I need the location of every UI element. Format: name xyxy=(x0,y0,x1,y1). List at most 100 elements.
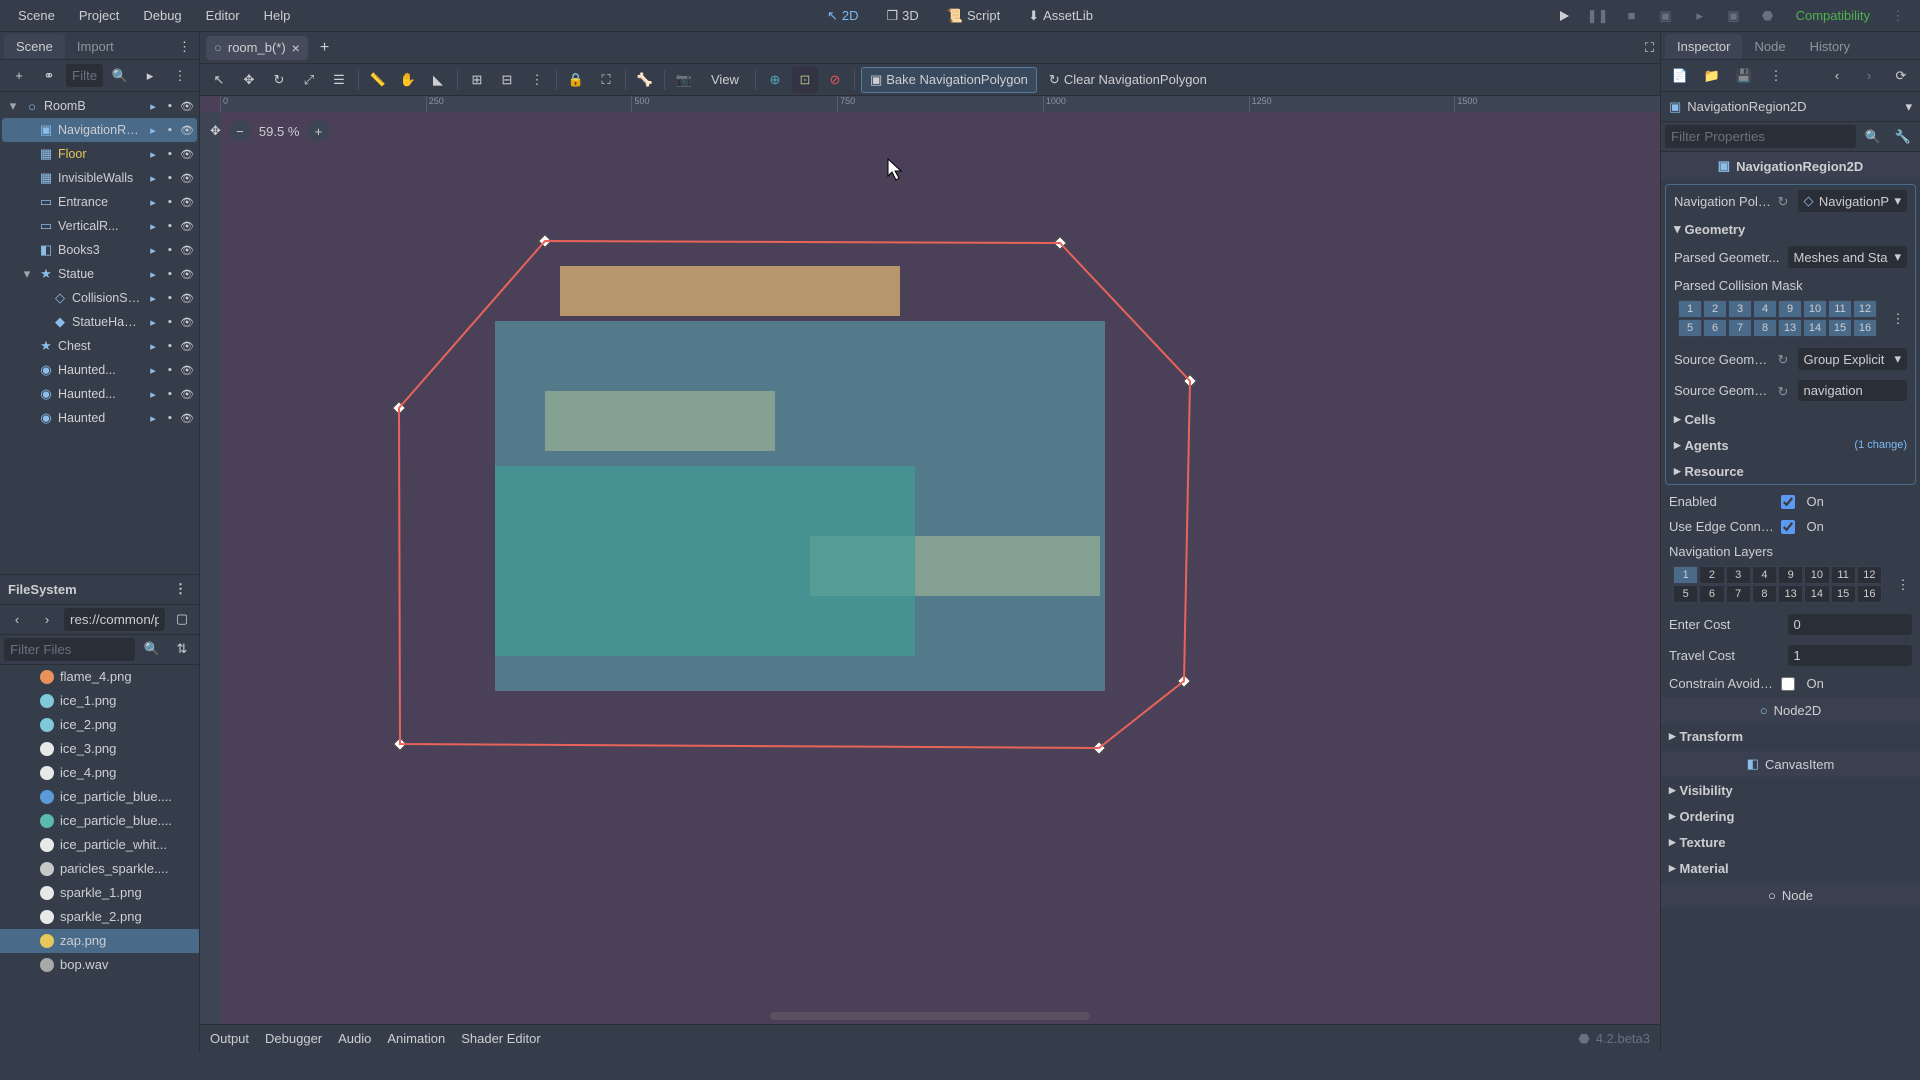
layer-cell[interactable]: 16 xyxy=(1853,319,1877,337)
bottom-tab-shader[interactable]: Shader Editor xyxy=(461,1031,541,1046)
expand-icon[interactable]: ▾ xyxy=(6,98,20,114)
scene-instance-icon[interactable]: ▸ xyxy=(145,410,161,426)
scene-tree-item[interactable]: ▾ ★ Statue ▸ ▪ 👁 xyxy=(2,262,197,286)
reset-icon[interactable]: ↻ xyxy=(1778,194,1792,208)
snap-grid-tool[interactable]: ⊟ xyxy=(494,67,520,93)
use-edge-checkbox[interactable] xyxy=(1781,520,1795,534)
menu-scene[interactable]: Scene xyxy=(8,4,65,27)
mode-3d-button[interactable]: ❒3D xyxy=(877,4,929,28)
scene-tree-item[interactable]: ◉ Haunted... ▸ ▪ 👁 xyxy=(2,358,197,382)
renderer-selector[interactable]: Compatibility xyxy=(1788,4,1878,27)
tab-import[interactable]: Import xyxy=(65,34,126,59)
layer-cell[interactable]: 7 xyxy=(1728,319,1752,337)
scene-tree-item[interactable]: ▦ Floor ▸ ▪ 👁 xyxy=(2,142,197,166)
layer-cell[interactable]: 3 xyxy=(1726,566,1751,584)
bone-tool[interactable]: 🦴 xyxy=(632,67,658,93)
fs-toggle-icon[interactable]: ▢ xyxy=(169,606,195,632)
filesystem-item[interactable]: ice_particle_blue.... xyxy=(0,809,199,833)
layer-cell[interactable]: 9 xyxy=(1778,300,1802,318)
dock-options-icon[interactable]: ⋮ xyxy=(174,35,195,59)
zoom-level[interactable]: 59.5 % xyxy=(259,124,299,139)
viewport-h-scrollbar[interactable] xyxy=(770,1012,1090,1020)
class-header-node2d[interactable]: ○Node2D xyxy=(1661,698,1920,723)
nav-tool-2[interactable]: ⊡ xyxy=(792,67,818,93)
class-header-node[interactable]: ○Node xyxy=(1661,883,1920,908)
ins-search-icon[interactable]: 🔍 xyxy=(1860,124,1886,150)
distraction-free-button[interactable]: ⛶ xyxy=(1645,40,1654,56)
scene-script-button[interactable]: ▸ xyxy=(137,63,163,89)
close-tab-button[interactable]: × xyxy=(292,40,300,56)
parsed-geom-dropdown[interactable]: Meshes and Sta▾ xyxy=(1788,246,1908,268)
expand-icon[interactable]: ▾ xyxy=(20,266,34,282)
visible-icon[interactable]: 👁 xyxy=(179,170,195,186)
mode-script-button[interactable]: 📜Script xyxy=(937,4,1010,28)
pivot-tool[interactable]: ◣ xyxy=(425,67,451,93)
filesystem-list[interactable]: flame_4.png ice_1.png ice_2.png ice_3.pn… xyxy=(0,665,199,1053)
texture-section[interactable]: ▸Texture xyxy=(1661,829,1920,855)
inspector-filter-input[interactable] xyxy=(1665,125,1856,148)
scene-tab-room-b[interactable]: ○ room_b(*) × xyxy=(206,36,308,60)
reset-icon[interactable]: ↻ xyxy=(1778,384,1792,398)
filesystem-options-icon[interactable]: ⋮ xyxy=(170,577,191,601)
reset-icon[interactable]: ↻ xyxy=(1778,352,1792,366)
movie-button[interactable]: ⬣ xyxy=(1754,4,1782,28)
layer-cell[interactable]: 11 xyxy=(1831,566,1856,584)
source-geom-dropdown[interactable]: Group Explicit▾ xyxy=(1798,348,1908,370)
snap-options-icon[interactable]: ⋮ xyxy=(524,67,550,93)
remote-debug-icon[interactable]: ▣ xyxy=(1652,4,1680,28)
add-node-button[interactable]: + xyxy=(6,63,32,89)
override-camera-tool[interactable]: 📷 xyxy=(671,67,697,93)
script-icon[interactable]: ▪ xyxy=(162,362,178,378)
layer-cell[interactable]: 3 xyxy=(1728,300,1752,318)
filesystem-item[interactable]: ice_1.png xyxy=(0,689,199,713)
fs-forward-button[interactable]: › xyxy=(34,606,60,632)
search-icon[interactable]: 🔍 xyxy=(107,63,133,89)
navpoly-resource-picker[interactable]: ◇ NavigationP▾ xyxy=(1798,190,1908,212)
scene-instance-icon[interactable]: ▸ xyxy=(145,290,161,306)
layer-cell[interactable]: 10 xyxy=(1803,300,1827,318)
enter-cost-input[interactable]: 0 xyxy=(1788,614,1913,635)
layer-cell[interactable]: 7 xyxy=(1726,585,1751,603)
filesystem-item[interactable]: ice_2.png xyxy=(0,713,199,737)
ins-save-icon[interactable]: 📄 xyxy=(1667,63,1693,89)
scene-tree-item[interactable]: ◉ Haunted... ▸ ▪ 👁 xyxy=(2,382,197,406)
filesystem-item[interactable]: ice_particle_whit... xyxy=(0,833,199,857)
scene-tree[interactable]: ▾ ○ RoomB ▸ ▪ 👁 ▣ NavigationRegio... ▸ ▪… xyxy=(0,92,199,574)
stop-button[interactable]: ■ xyxy=(1618,4,1646,28)
bottom-tab-audio[interactable]: Audio xyxy=(338,1031,371,1046)
layer-cell[interactable]: 9 xyxy=(1778,566,1803,584)
tab-inspector[interactable]: Inspector xyxy=(1665,34,1742,59)
instance-scene-button[interactable]: ⚭ xyxy=(36,63,62,89)
layer-cell[interactable]: 5 xyxy=(1678,319,1702,337)
scene-tree-item[interactable]: ▦ InvisibleWalls ▸ ▪ 👁 xyxy=(2,166,197,190)
layer-cell[interactable]: 2 xyxy=(1699,566,1724,584)
nav-tool-1[interactable]: ⊕ xyxy=(762,67,788,93)
scene-tree-item[interactable]: ▭ VerticalR... ▸ ▪ 👁 xyxy=(2,214,197,238)
visible-icon[interactable]: 👁 xyxy=(179,362,195,378)
scene-instance-icon[interactable]: ▸ xyxy=(145,98,161,114)
filesystem-item[interactable]: zap.png xyxy=(0,929,199,953)
menu-help[interactable]: Help xyxy=(254,4,301,27)
class-header-canvasitem[interactable]: ◧CanvasItem xyxy=(1661,751,1920,777)
fs-search-icon[interactable]: 🔍 xyxy=(139,636,165,662)
layer-cell[interactable]: 12 xyxy=(1857,566,1882,584)
constrain-checkbox[interactable] xyxy=(1781,677,1795,691)
collision-mask-grid[interactable]: 12349101112567813141516 xyxy=(1670,298,1885,339)
scene-instance-icon[interactable]: ▸ xyxy=(145,386,161,402)
layer-cell[interactable]: 12 xyxy=(1853,300,1877,318)
script-icon[interactable]: ▪ xyxy=(162,146,178,162)
center-view-icon[interactable]: ✥ xyxy=(210,123,221,139)
zoom-out-button[interactable]: − xyxy=(229,120,251,142)
layer-cell[interactable]: 16 xyxy=(1857,585,1882,603)
layer-cell[interactable]: 15 xyxy=(1828,319,1852,337)
scene-more-icon[interactable]: ⋮ xyxy=(167,63,193,89)
layer-cell[interactable]: 11 xyxy=(1828,300,1852,318)
visible-icon[interactable]: 👁 xyxy=(179,98,195,114)
script-icon[interactable]: ▪ xyxy=(162,194,178,210)
rotate-tool[interactable]: ↻ xyxy=(266,67,292,93)
ins-save2-icon[interactable]: 💾 xyxy=(1731,63,1757,89)
fs-back-button[interactable]: ‹ xyxy=(4,606,30,632)
layer-cell[interactable]: 1 xyxy=(1678,300,1702,318)
layer-cell[interactable]: 2 xyxy=(1703,300,1727,318)
scene-tree-item[interactable]: ◇ CollisionShape... ▸ ▪ 👁 xyxy=(2,286,197,310)
